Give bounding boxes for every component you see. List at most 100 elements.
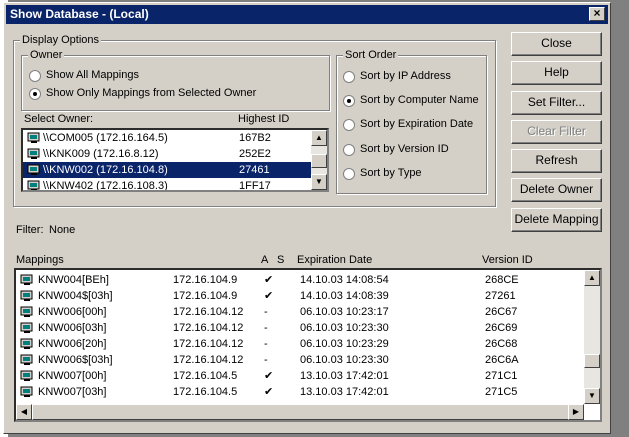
scroll-down-button[interactable]: ▼ (311, 174, 327, 190)
show-all-mappings-radio[interactable] (29, 70, 41, 82)
mapping-version-id: 27261 (485, 290, 516, 302)
show-owner-mappings-label: Show Only Mappings from Selected Owner (46, 87, 257, 99)
owner-name: \\COM005 (172.16.164.5) (43, 132, 168, 144)
owner-list[interactable]: \\COM005 (172.16.164.5) 167B2 \\KNK009 (… (21, 128, 329, 192)
sort-ip-label: Sort by IP Address (360, 70, 451, 82)
set-filter-button[interactable]: Set Filter... (511, 91, 602, 115)
mapping-version-id: 271C1 (485, 370, 518, 382)
mapping-version-id: 26C68 (485, 338, 518, 350)
mapping-active-flag: - (264, 306, 268, 318)
sort-expiration-label: Sort by Expiration Date (360, 118, 474, 130)
scroll-thumb[interactable] (584, 354, 600, 368)
sort-type-label: Sort by Type (360, 167, 422, 179)
computer-icon (27, 164, 41, 176)
owner-row[interactable]: \\KNK009 (172.16.8.12) 252E2 (23, 146, 311, 162)
mapping-name: KNW006[20h] (38, 338, 107, 350)
scroll-left-button[interactable]: ◀ (16, 404, 32, 420)
scroll-thumb[interactable] (32, 404, 578, 420)
mapping-row[interactable]: KNW004$[03h] 172.16.104.9 ✔ 14.10.03 14:08:… (16, 288, 582, 304)
mapping-version-id: 26C69 (485, 322, 518, 334)
mapping-row[interactable]: KNW006[20h] 172.16.104.12 - 06.10.03 10:23:… (16, 336, 582, 352)
show-all-mappings-label: Show All Mappings (46, 69, 139, 81)
mapping-expiration: 06.10.03 10:23:17 (300, 306, 389, 318)
mappings-vertical-scrollbar[interactable]: ▲ ▼ (584, 270, 600, 404)
computer-icon (20, 290, 34, 302)
owner-highest-id: 1FF17 (239, 180, 271, 192)
select-owner-label: Select Owner: (24, 113, 94, 125)
mapping-ip: 172.16.104.12 (173, 322, 244, 334)
computer-icon (20, 274, 34, 286)
clear-filter-button[interactable]: Clear Filter (511, 120, 602, 144)
mapping-row[interactable]: KNW007[03h] 172.16.104.5 ✔ 13.10.03 17:42:0… (16, 384, 582, 400)
sort-version-label: Sort by Version ID (360, 143, 449, 155)
close-button[interactable]: Close (511, 32, 602, 56)
sort-type-radio[interactable] (343, 168, 355, 180)
mapping-ip: 172.16.104.12 (173, 306, 244, 318)
mapping-expiration: 06.10.03 10:23:29 (300, 338, 389, 350)
mapping-ip: 172.16.104.5 (173, 370, 238, 382)
mapping-name: KNW004[BEh] (38, 274, 109, 286)
mapping-name: KNW006[00h] (38, 306, 107, 318)
title-bar: Show Database - (Local) × (6, 5, 608, 24)
mapping-version-id: 268CE (485, 274, 519, 286)
mapping-version-id: 271C5 (485, 386, 518, 398)
mapping-expiration: 14.10.03 14:08:54 (300, 274, 389, 286)
owner-row-selected[interactable]: \\KNW002 (172.16.104.8) 27461 (23, 162, 311, 178)
sort-name-label: Sort by Computer Name (360, 94, 479, 106)
filter-value: None (49, 224, 76, 236)
computer-icon (20, 354, 34, 366)
mappings-list[interactable]: KNW004[BEh] 172.16.104.9 ✔ 14.10.03 14:08:5… (14, 268, 602, 422)
scroll-down-button[interactable]: ▼ (584, 388, 600, 404)
sort-version-radio[interactable] (343, 144, 355, 156)
delete-mapping-button[interactable]: Delete Mapping (511, 208, 602, 232)
owner-highest-id: 27461 (239, 164, 270, 176)
window-title: Show Database - (Local) (10, 7, 149, 21)
owner-row[interactable]: \\KNW402 (172.16.108.3) 1FF17 (23, 178, 311, 192)
scroll-up-button[interactable]: ▲ (311, 130, 327, 146)
computer-icon (20, 338, 34, 350)
mapping-row[interactable]: KNW006[00h] 172.16.104.12 - 06.10.03 10:23:… (16, 304, 582, 320)
mappings-horizontal-scrollbar[interactable]: ◀ ▶ (16, 404, 584, 420)
sort-expiration-radio[interactable] (343, 119, 355, 131)
mapping-row[interactable]: KNW004[BEh] 172.16.104.9 ✔ 14.10.03 14:08:5… (16, 272, 582, 288)
mapping-name: KNW007[03h] (38, 386, 107, 398)
scroll-thumb[interactable] (311, 154, 327, 168)
mappings-header: Mappings (16, 254, 64, 266)
mapping-row[interactable]: KNW006[03h] 172.16.104.12 - 06.10.03 10:23:… (16, 320, 582, 336)
sort-order-legend: Sort Order (343, 49, 399, 61)
refresh-button[interactable]: Refresh (511, 149, 602, 173)
mapping-version-id: 26C67 (485, 306, 518, 318)
mapping-ip: 172.16.104.9 (173, 274, 238, 286)
show-owner-mappings-radio[interactable] (29, 88, 41, 100)
mapping-name: KNW007[00h] (38, 370, 107, 382)
scroll-right-button[interactable]: ▶ (568, 404, 584, 420)
mapping-row[interactable]: KNW006$[03h] 172.16.104.12 - 06.10.03 10:23… (16, 352, 582, 368)
expiration-column-header: Expiration Date (297, 254, 373, 266)
mapping-active-flag: ✔ (264, 370, 274, 382)
owner-list-scrollbar[interactable]: ▲ ▼ (311, 130, 327, 190)
mapping-active-flag: - (264, 354, 268, 366)
mapping-name: KNW006[03h] (38, 322, 107, 334)
close-window-button[interactable]: × (589, 7, 605, 21)
mapping-expiration: 13.10.03 17:42:01 (300, 370, 389, 382)
owner-group: Owner (21, 49, 330, 111)
owner-name: \\KNK009 (172.16.8.12) (43, 148, 159, 160)
mapping-active-flag: - (264, 322, 268, 334)
version-column-header: Version ID (482, 254, 533, 266)
s-column-header: S (277, 254, 285, 266)
mapping-ip: 172.16.104.12 (173, 338, 244, 350)
mapping-name: KNW004$[03h] (38, 290, 113, 302)
delete-owner-button[interactable]: Delete Owner (511, 178, 602, 202)
show-database-dialog: Show Database - (Local) × Display Option… (3, 2, 611, 434)
scroll-up-button[interactable]: ▲ (584, 270, 600, 286)
mapping-expiration: 13.10.03 17:42:01 (300, 386, 389, 398)
display-options-legend: Display Options (20, 34, 102, 46)
owner-row[interactable]: \\COM005 (172.16.164.5) 167B2 (23, 130, 311, 146)
mapping-active-flag: ✔ (264, 274, 274, 286)
mapping-active-flag: ✔ (264, 386, 274, 398)
mapping-name: KNW006$[03h] (38, 354, 113, 366)
help-button[interactable]: Help (511, 61, 602, 85)
sort-ip-radio[interactable] (343, 71, 355, 83)
mapping-row[interactable]: KNW007[00h] 172.16.104.5 ✔ 13.10.03 17:42:0… (16, 368, 582, 384)
sort-name-radio[interactable] (343, 95, 355, 107)
